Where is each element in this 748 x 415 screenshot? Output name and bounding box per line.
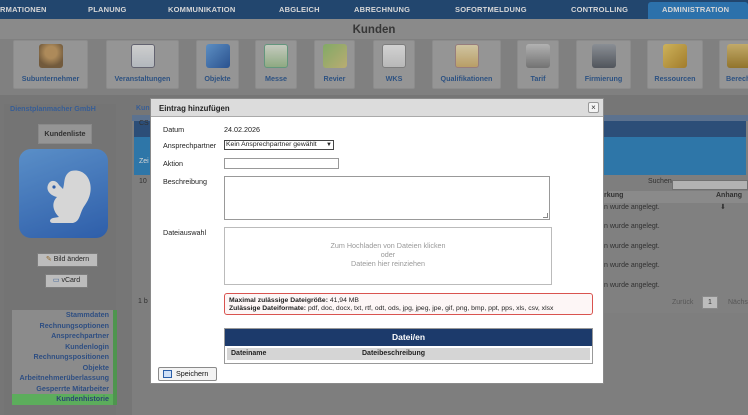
chevron-down-icon: ▼ <box>326 142 332 148</box>
file-dropzone[interactable]: Zum Hochladen von Dateien klicken oder D… <box>224 227 552 285</box>
col-dateiname: Dateiname <box>231 350 267 357</box>
dialog-header: Eintrag hinzufügen × <box>151 99 603 117</box>
dialog-title: Eintrag hinzufügen <box>159 104 230 113</box>
aktion-label: Aktion <box>163 159 183 168</box>
beschreibung-label: Beschreibung <box>163 177 207 186</box>
beschreibung-textarea[interactable] <box>224 176 550 220</box>
dropzone-text: Zum Hochladen von Dateien klicken <box>330 241 446 250</box>
files-header: Datei/en <box>225 329 592 346</box>
formats-label: Zulässige Dateiformate: <box>229 305 307 312</box>
save-label: Speichern <box>176 369 209 378</box>
add-entry-dialog: Eintrag hinzufügen × Datum 24.02.2026 An… <box>150 98 604 384</box>
col-dateibeschreibung: Dateibeschreibung <box>362 350 426 357</box>
dropzone-text: oder <box>380 250 396 259</box>
ansprechpartner-select[interactable]: Kein Ansprechpartner gewählt ▼ <box>224 140 334 150</box>
datum-label: Datum <box>163 125 185 134</box>
max-size-value: 41,94 MB <box>329 297 359 304</box>
dateiauswahl-label: Dateiauswahl <box>163 228 207 237</box>
aktion-input[interactable] <box>224 158 339 169</box>
resize-handle-icon[interactable] <box>543 213 548 218</box>
max-size-label: Maximal zulässige Dateigröße: <box>229 297 328 304</box>
files-table: Datei/en Dateiname Dateibeschreibung <box>224 328 593 364</box>
datum-value: 24.02.2026 <box>224 125 260 134</box>
ansprechpartner-label: Ansprechpartner <box>163 141 217 150</box>
upload-info-box: Maximal zulässige Dateigröße: 41,94 MB Z… <box>224 293 593 315</box>
save-icon <box>163 370 172 378</box>
formats-value: pdf, doc, docx, txt, rtf, odt, ods, jpg,… <box>307 305 554 312</box>
files-columns: Dateiname Dateibeschreibung <box>227 348 590 360</box>
close-icon[interactable]: × <box>588 102 599 113</box>
ansprechpartner-selected: Kein Ansprechpartner gewählt <box>226 141 317 148</box>
save-button[interactable]: Speichern <box>158 367 217 381</box>
dropzone-text: Dateien hier reinziehen <box>351 259 425 268</box>
